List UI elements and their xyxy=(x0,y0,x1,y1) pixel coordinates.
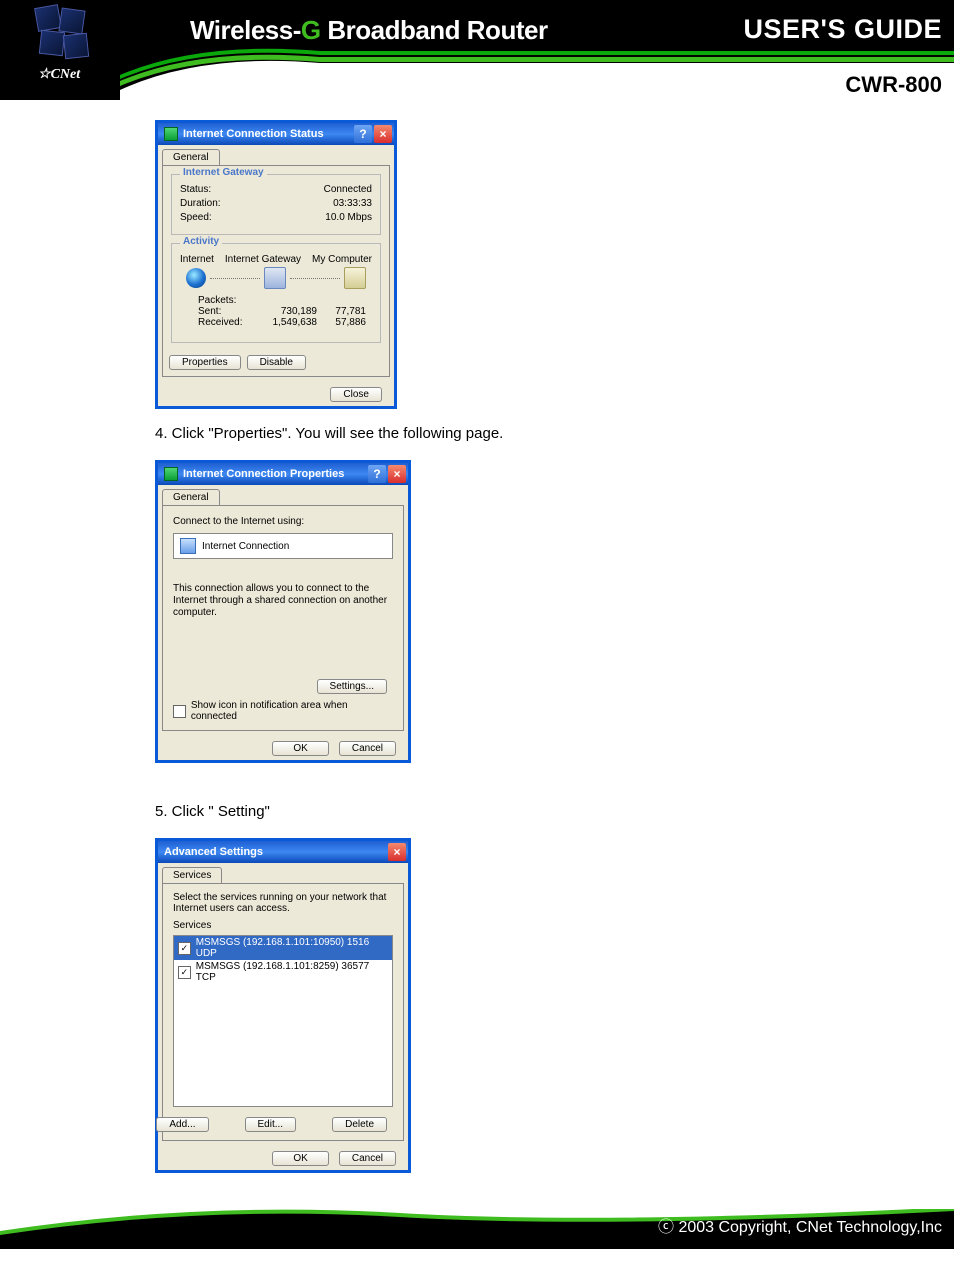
status-dialog-titlebar[interactable]: Internet Connection Status ? × xyxy=(158,123,394,145)
advanced-dialog-titlebar[interactable]: Advanced Settings × xyxy=(158,841,408,863)
activity-computer: My Computer xyxy=(312,254,372,265)
header-swoosh xyxy=(120,45,954,100)
tab-services[interactable]: Services xyxy=(162,867,222,883)
computer-icon xyxy=(344,267,366,289)
edit-button[interactable]: Edit... xyxy=(245,1117,297,1132)
page-content: Internet Connection Status ? × General I… xyxy=(0,100,954,1173)
packets-pc-recv: 57,886 xyxy=(317,317,366,328)
show-icon-checkbox[interactable] xyxy=(173,705,186,718)
service-item-0[interactable]: ✓ MSMSGS (192.168.1.101:10950) 1516 UDP xyxy=(174,936,392,960)
tab-general[interactable]: General xyxy=(162,149,220,165)
gateway-icon xyxy=(264,267,286,289)
connect-field[interactable]: Internet Connection xyxy=(173,533,393,559)
window-icon xyxy=(164,127,178,141)
status-value: Connected xyxy=(324,184,372,195)
tab-general[interactable]: General xyxy=(162,489,220,505)
page-footer: ⓒ 2003 Copyright, CNet Technology,Inc xyxy=(0,1209,954,1269)
connection-icon xyxy=(180,538,196,554)
service-item-1-checkbox[interactable]: ✓ xyxy=(178,966,191,979)
title-text-g: G xyxy=(301,15,321,45)
properties-button[interactable]: Properties xyxy=(169,355,241,370)
connect-value: Internet Connection xyxy=(202,541,289,552)
speed-label: Speed: xyxy=(180,212,325,223)
ok-button[interactable]: OK xyxy=(272,741,328,756)
service-item-1[interactable]: ✓ MSMSGS (192.168.1.101:8259) 36577 TCP xyxy=(174,960,392,984)
packets-sent-label: Sent: xyxy=(198,306,268,317)
logo-icon xyxy=(36,6,90,60)
step-4-text: 4. Click "Properties". You will see the … xyxy=(155,425,954,442)
close-button[interactable]: × xyxy=(388,465,406,483)
packets-recv-label: Received: xyxy=(198,317,268,328)
packets-gw-recv: 1,549,638 xyxy=(268,317,317,328)
product-title: Wireless-G Broadband Router xyxy=(190,15,548,46)
model-label: CWR-800 xyxy=(845,72,942,98)
close-button[interactable]: × xyxy=(388,843,406,861)
properties-dialog: Internet Connection Properties ? × Gener… xyxy=(155,460,411,763)
step-5-text: 5. Click " Setting" xyxy=(155,803,954,820)
close-dialog-button[interactable]: Close xyxy=(330,387,382,402)
packets-pc-sent: 77,781 xyxy=(317,306,366,317)
disable-button[interactable]: Disable xyxy=(247,355,306,370)
services-list[interactable]: ✓ MSMSGS (192.168.1.101:10950) 1516 UDP … xyxy=(173,935,393,1107)
group-internet-gateway: Internet Gateway Status:Connected Durati… xyxy=(171,174,381,235)
group-gateway-legend: Internet Gateway xyxy=(180,167,267,178)
ok-button[interactable]: OK xyxy=(272,1151,328,1166)
copyright-text: ⓒ 2003 Copyright, CNet Technology,Inc xyxy=(658,1213,942,1237)
services-instructions: Select the services running on your netw… xyxy=(173,892,393,914)
properties-dialog-titlebar[interactable]: Internet Connection Properties ? × xyxy=(158,463,408,485)
duration-label: Duration: xyxy=(180,198,333,209)
guide-label: USER'S GUIDE xyxy=(744,14,942,45)
group-activity: Activity Internet Internet Gateway My Co… xyxy=(171,243,381,343)
title-text-a: Wireless- xyxy=(190,15,301,45)
status-dialog: Internet Connection Status ? × General I… xyxy=(155,120,397,409)
activity-gateway: Internet Gateway xyxy=(225,254,301,265)
packets-label: Packets: xyxy=(198,295,268,306)
title-text-b: Broadband Router xyxy=(321,15,548,45)
advanced-dialog-title: Advanced Settings xyxy=(164,846,263,858)
delete-button[interactable]: Delete xyxy=(332,1117,387,1132)
brand-label: ☆CNet xyxy=(38,66,80,83)
packets-gw-sent: 730,189 xyxy=(268,306,317,317)
help-button[interactable]: ? xyxy=(354,125,372,143)
settings-button[interactable]: Settings... xyxy=(317,679,387,694)
show-icon-label: Show icon in notification area when conn… xyxy=(191,700,393,722)
properties-dialog-title: Internet Connection Properties xyxy=(183,468,344,480)
speed-value: 10.0 Mbps xyxy=(325,212,372,223)
group-activity-legend: Activity xyxy=(180,236,222,247)
cancel-button[interactable]: Cancel xyxy=(339,741,396,756)
globe-icon xyxy=(186,268,206,288)
page-header: Wireless-G Broadband Router USER'S GUIDE… xyxy=(0,0,954,100)
services-label: Services xyxy=(173,920,393,931)
service-item-0-checkbox[interactable]: ✓ xyxy=(178,942,191,955)
service-item-0-label: MSMSGS (192.168.1.101:10950) 1516 UDP xyxy=(196,937,388,959)
window-icon xyxy=(164,467,178,481)
close-button[interactable]: × xyxy=(374,125,392,143)
add-button[interactable]: Add... xyxy=(156,1117,208,1132)
service-item-1-label: MSMSGS (192.168.1.101:8259) 36577 TCP xyxy=(196,961,388,983)
connection-description: This connection allows you to connect to… xyxy=(173,583,393,619)
status-dialog-title: Internet Connection Status xyxy=(183,128,324,140)
connect-label: Connect to the Internet using: xyxy=(173,516,393,527)
help-button[interactable]: ? xyxy=(368,465,386,483)
status-label: Status: xyxy=(180,184,324,195)
advanced-dialog: Advanced Settings × Services Select the … xyxy=(155,838,411,1173)
activity-internet: Internet xyxy=(180,254,214,265)
cancel-button[interactable]: Cancel xyxy=(339,1151,396,1166)
duration-value: 03:33:33 xyxy=(333,198,372,209)
